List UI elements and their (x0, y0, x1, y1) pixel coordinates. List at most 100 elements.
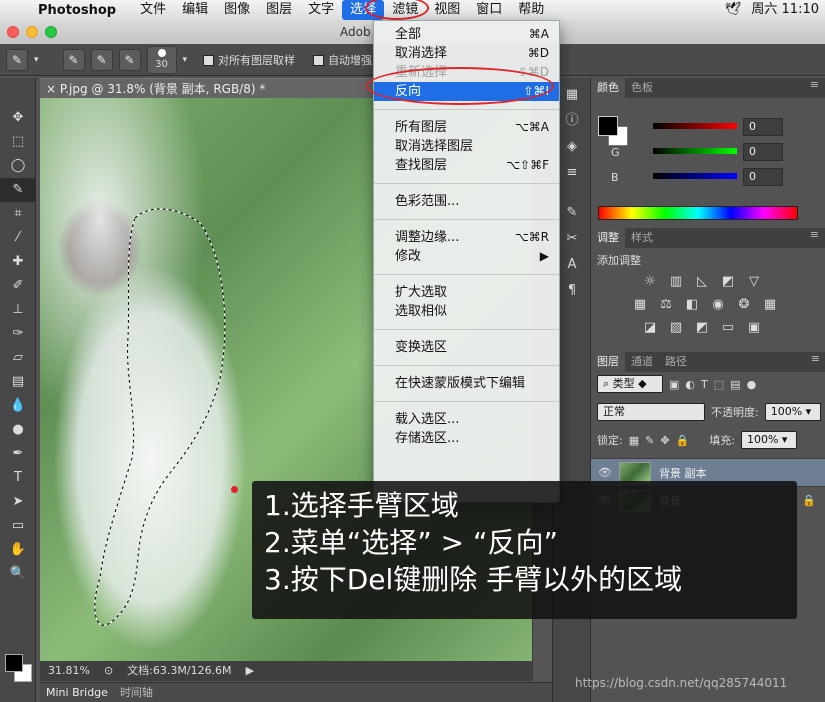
filter-pixel-icon[interactable]: ▣ (669, 378, 679, 391)
color-spectrum-ramp[interactable] (598, 206, 798, 220)
document-close-icon[interactable]: × (46, 82, 60, 96)
lock-transparent-icon[interactable]: ▦ (629, 434, 639, 447)
eyedropper-tool-icon[interactable]: ⁄ (0, 226, 36, 250)
tab-styles[interactable]: 样式 (625, 228, 659, 248)
marquee-tool-icon[interactable]: ⬚ (0, 130, 36, 154)
menu-layer[interactable]: 图层 (258, 0, 300, 20)
blend-mode-dropdown[interactable]: 正常 (597, 403, 705, 421)
curves-icon[interactable]: ◺ (693, 274, 711, 289)
clone-stamp-tool-icon[interactable]: ⊥ (0, 298, 36, 322)
menu-select[interactable]: 选择 (342, 0, 385, 20)
select-menu-item[interactable]: 修改 ▶ (374, 247, 559, 266)
menu-view[interactable]: 视图 (426, 0, 468, 20)
hand-tool-icon[interactable]: ✋ (0, 538, 36, 562)
gradient-map-icon[interactable]: ▭ (719, 320, 737, 335)
dodge-tool-icon[interactable]: ● (0, 418, 36, 442)
brush-tool-icon[interactable]: ✐ (0, 274, 36, 298)
lock-position-icon[interactable]: ✥ (660, 434, 669, 447)
move-tool-icon[interactable]: ✥ (0, 106, 36, 130)
tab-color[interactable]: 颜色 (591, 78, 625, 98)
gradient-tool-icon[interactable]: ▤ (0, 370, 36, 394)
close-button[interactable] (7, 26, 19, 38)
menu-file[interactable]: 文件 (132, 0, 174, 20)
visibility-eye-icon[interactable]: 👁 (591, 466, 619, 479)
pen-tool-icon[interactable]: ✒ (0, 442, 36, 466)
select-menu-item[interactable]: 取消选择图层 (374, 137, 559, 156)
menu-image[interactable]: 图像 (216, 0, 258, 20)
menu-window[interactable]: 窗口 (468, 0, 510, 20)
eraser-tool-icon[interactable]: ▱ (0, 346, 36, 370)
select-menu-item[interactable]: 反向 ⇧⌘I (374, 82, 559, 101)
black-white-icon[interactable]: ◧ (683, 297, 701, 312)
tab-channels[interactable]: 通道 (625, 352, 659, 372)
menu-help[interactable]: 帮助 (510, 0, 552, 20)
photo-filter-icon[interactable]: ◉ (709, 297, 727, 312)
filter-type-icon[interactable]: T (701, 378, 708, 391)
green-value-field[interactable]: 0 (743, 143, 783, 161)
fg-color-chip[interactable] (598, 116, 618, 136)
status-menu-icon[interactable]: ▶ (246, 661, 254, 681)
menu-type[interactable]: 文字 (300, 0, 342, 20)
zoom-button[interactable] (45, 26, 57, 38)
quick-select-preset-icon[interactable]: ✎ (6, 48, 28, 71)
status-share-icon[interactable]: ⊙ (104, 661, 113, 681)
minimize-button[interactable] (26, 26, 38, 38)
menu-filter[interactable]: 滤镜 (384, 0, 426, 20)
tab-layers[interactable]: 图层 (591, 352, 625, 372)
brush-size-picker[interactable]: 30 (146, 45, 177, 74)
select-menu-item[interactable]: 扩大选取 (374, 283, 559, 302)
filter-toggle-icon[interactable]: ● (747, 378, 757, 391)
invert-icon[interactable]: ◪ (641, 320, 659, 335)
select-menu-item[interactable]: 调整边缘... ⌥⌘R (374, 228, 559, 247)
blur-tool-icon[interactable]: 💧 (0, 394, 36, 418)
sample-all-layers-checkbox[interactable]: 对所有图层取样 (203, 52, 295, 68)
type-tool-icon[interactable]: T (0, 466, 36, 490)
tab-adjustments[interactable]: 调整 (591, 228, 625, 248)
shape-tool-icon[interactable]: ▭ (0, 514, 36, 538)
exposure-icon[interactable]: ◩ (719, 274, 737, 289)
path-selection-tool-icon[interactable]: ➤ (0, 490, 36, 514)
menubar-clock[interactable]: 周六 11:10 (751, 0, 819, 20)
brightness-icon[interactable]: ☼ (641, 274, 659, 289)
auto-enhance-checkbox[interactable]: 自动增强 (313, 52, 372, 68)
zoom-tool-icon[interactable]: 🔍 (0, 562, 36, 586)
new-selection-brush-icon[interactable]: ✎ (62, 48, 85, 71)
quick-selection-tool-icon[interactable]: ✎ (0, 178, 36, 202)
tab-mini-bridge[interactable]: Mini Bridge (40, 683, 114, 702)
foreground-color-swatch[interactable] (5, 654, 23, 672)
color-lookup-icon[interactable]: ▦ (761, 297, 779, 312)
add-selection-brush-icon[interactable]: ✎ (90, 48, 113, 71)
select-menu-item[interactable]: 取消选择 ⌘D (374, 44, 559, 63)
blue-value-field[interactable]: 0 (743, 168, 783, 186)
layer-filter-dropdown[interactable]: ⌕ 类型 ◆ (597, 375, 663, 393)
subtract-selection-brush-icon[interactable]: ✎ (118, 48, 141, 71)
select-menu-item[interactable]: 全部 ⌘A (374, 25, 559, 44)
opacity-field[interactable]: 100% ▾ (764, 403, 821, 421)
history-brush-tool-icon[interactable]: ✑ (0, 322, 36, 346)
color-balance-icon[interactable]: ⚖ (657, 297, 675, 312)
blue-slider[interactable] (653, 173, 737, 179)
zoom-level[interactable]: 31.81% (48, 661, 90, 681)
threshold-icon[interactable]: ◩ (693, 320, 711, 335)
lasso-tool-icon[interactable]: ◯ (0, 154, 36, 178)
hue-saturation-icon[interactable]: ▦ (631, 297, 649, 312)
select-menu-item[interactable]: 载入选区... (374, 410, 559, 429)
select-menu-item[interactable]: 所有图层 ⌥⌘A (374, 118, 559, 137)
filter-shape-icon[interactable]: ⬚ (714, 378, 724, 391)
tab-timeline[interactable]: 时间轴 (114, 683, 159, 702)
channel-mixer-icon[interactable]: ❂ (735, 297, 753, 312)
posterize-icon[interactable]: ▨ (667, 320, 685, 335)
healing-brush-tool-icon[interactable]: ✚ (0, 250, 36, 274)
brush-dropdown-icon[interactable]: ▾ (183, 55, 188, 65)
fill-field[interactable]: 100% ▾ (740, 431, 797, 449)
lock-all-icon[interactable]: 🔒 (676, 434, 690, 447)
red-value-field[interactable]: 0 (743, 118, 783, 136)
select-menu-item[interactable]: 存储选区... (374, 429, 559, 448)
select-menu-item[interactable]: 查找图层 ⌥⇧⌘F (374, 156, 559, 175)
select-menu-item[interactable]: 在快速蒙版模式下编辑 (374, 374, 559, 393)
vibrance-icon[interactable]: ▽ (745, 274, 763, 289)
select-menu-item[interactable]: 变换选区 (374, 338, 559, 357)
menu-edit[interactable]: 编辑 (174, 0, 216, 20)
panel-menu-icon[interactable]: ≡ (810, 228, 819, 241)
select-menu-item[interactable]: 色彩范围... (374, 192, 559, 211)
